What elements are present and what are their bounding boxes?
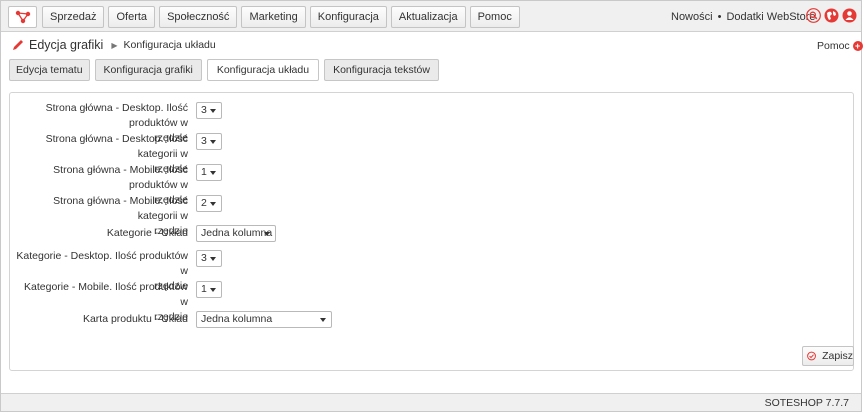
search-icon[interactable] — [806, 8, 821, 23]
save-label: Zapisz — [822, 350, 853, 362]
link-nowosci[interactable]: Nowości — [671, 11, 713, 23]
chevron-down-icon — [210, 257, 216, 261]
select-value: 1 — [201, 283, 207, 295]
select-value: Jedna kolumna — [201, 227, 273, 239]
top-links: Nowości • Dodatki WebStore — [671, 11, 816, 23]
field-label-line: Kategorie - Mobile. Ilość produktów w — [24, 281, 188, 308]
field-label-line: Strona główna - Mobile. Ilość kategorii … — [53, 195, 188, 222]
products-per-row-desktop-select[interactable]: 3 — [196, 102, 222, 119]
nav-aktualizacja[interactable]: Aktualizacja — [390, 6, 466, 28]
category-products-per-row-desktop-select[interactable]: 3 — [196, 250, 222, 267]
field-label: Karta produktu - Układ — [15, 312, 188, 327]
pencil-icon — [13, 40, 23, 50]
nav-pomoc[interactable]: Pomoc — [469, 6, 520, 28]
settings-panel: Strona główna - Desktop. Ilość produktów… — [9, 92, 854, 371]
nav-spolecznosc[interactable]: Społeczność — [159, 6, 238, 28]
breadcrumb-arrow-icon: ▶ — [111, 40, 118, 50]
logo-icon — [15, 10, 30, 24]
chevron-down-icon — [210, 109, 216, 113]
categories-per-row-mobile-select[interactable]: 2 — [196, 195, 222, 212]
nav-konfiguracja[interactable]: Konfiguracja — [309, 6, 387, 28]
link-dodatki-webstore[interactable]: Dodatki WebStore — [726, 11, 815, 23]
select-value: 3 — [201, 252, 207, 264]
check-circle-icon — [807, 351, 816, 361]
tab-konfiguracja-tekstow[interactable]: Konfiguracja tekstów — [324, 59, 439, 81]
nav-sprzedaz[interactable]: Sprzedaż — [42, 6, 105, 28]
logo-button[interactable] — [8, 6, 37, 28]
help-link[interactable]: Pomoc + — [817, 40, 863, 52]
category-products-per-row-mobile-select[interactable]: 1 — [196, 281, 222, 298]
field-label-line: Strona główna - Desktop. Ilość kategorii… — [45, 133, 188, 160]
field-label: Kategorie - Układ — [15, 226, 188, 241]
breadcrumb-current: Konfiguracja układu — [123, 39, 216, 51]
categories-per-row-desktop-select[interactable]: 3 — [196, 133, 222, 150]
product-card-layout-select[interactable]: Jedna kolumna — [196, 311, 332, 328]
select-value: 3 — [201, 104, 207, 116]
globe-icon[interactable] — [824, 8, 839, 23]
field-label-line: Kategorie - Desktop. Ilość produktów w — [16, 250, 188, 277]
main-menu: Sprzedaż Oferta Społeczność Marketing Ko… — [42, 6, 520, 28]
tab-konfiguracja-grafiki[interactable]: Konfiguracja grafiki — [94, 59, 202, 81]
tab-bar: Edycja tematu Konfiguracja grafiki Konfi… — [9, 59, 439, 81]
breadcrumb: Edycja grafiki ▶ Konfiguracja układu — [12, 38, 216, 52]
chevron-down-icon — [210, 140, 216, 144]
products-per-row-mobile-select[interactable]: 1 — [196, 164, 222, 181]
top-navbar: Sprzedaż Oferta Społeczność Marketing Ko… — [1, 1, 861, 32]
footer-bar: SOTESHOP 7.7.7 — [1, 393, 861, 411]
main-content: Edycja grafiki ▶ Konfiguracja układu Pom… — [1, 32, 863, 393]
field-label-line: Karta produktu - Układ — [82, 313, 188, 325]
select-value: 1 — [201, 166, 207, 178]
app-window: Sprzedaż Oferta Społeczność Marketing Ko… — [0, 0, 863, 412]
link-separator: • — [717, 11, 722, 23]
select-value: Jedna kolumna — [201, 313, 273, 325]
field-label-line: Strona główna - Desktop. Ilość produktów… — [45, 102, 188, 129]
chevron-down-icon — [210, 171, 216, 175]
chevron-down-icon — [320, 318, 326, 322]
chevron-down-icon — [210, 202, 216, 206]
version-label: SOTESHOP 7.7.7 — [764, 397, 849, 409]
top-icons — [806, 8, 857, 23]
nav-oferta[interactable]: Oferta — [108, 6, 156, 28]
page-title[interactable]: Edycja grafiki — [29, 38, 103, 52]
field-label-line: Strona główna - Mobile. Ilość produktów … — [53, 164, 188, 191]
category-layout-select[interactable]: Jedna kolumna — [196, 225, 276, 242]
nav-marketing[interactable]: Marketing — [241, 6, 306, 28]
user-icon[interactable] — [842, 8, 857, 23]
select-value: 3 — [201, 135, 207, 147]
chevron-down-icon — [210, 288, 216, 292]
field-label-line: Kategorie - Układ — [106, 227, 188, 239]
chevron-down-icon — [264, 232, 270, 236]
tab-edycja-tematu[interactable]: Edycja tematu — [9, 59, 90, 81]
tab-konfiguracja-ukladu[interactable]: Konfiguracja układu — [206, 59, 320, 81]
help-label: Pomoc — [817, 40, 850, 52]
help-plus-icon: + — [852, 41, 863, 51]
save-button[interactable]: Zapisz — [802, 346, 854, 366]
select-value: 2 — [201, 197, 207, 209]
